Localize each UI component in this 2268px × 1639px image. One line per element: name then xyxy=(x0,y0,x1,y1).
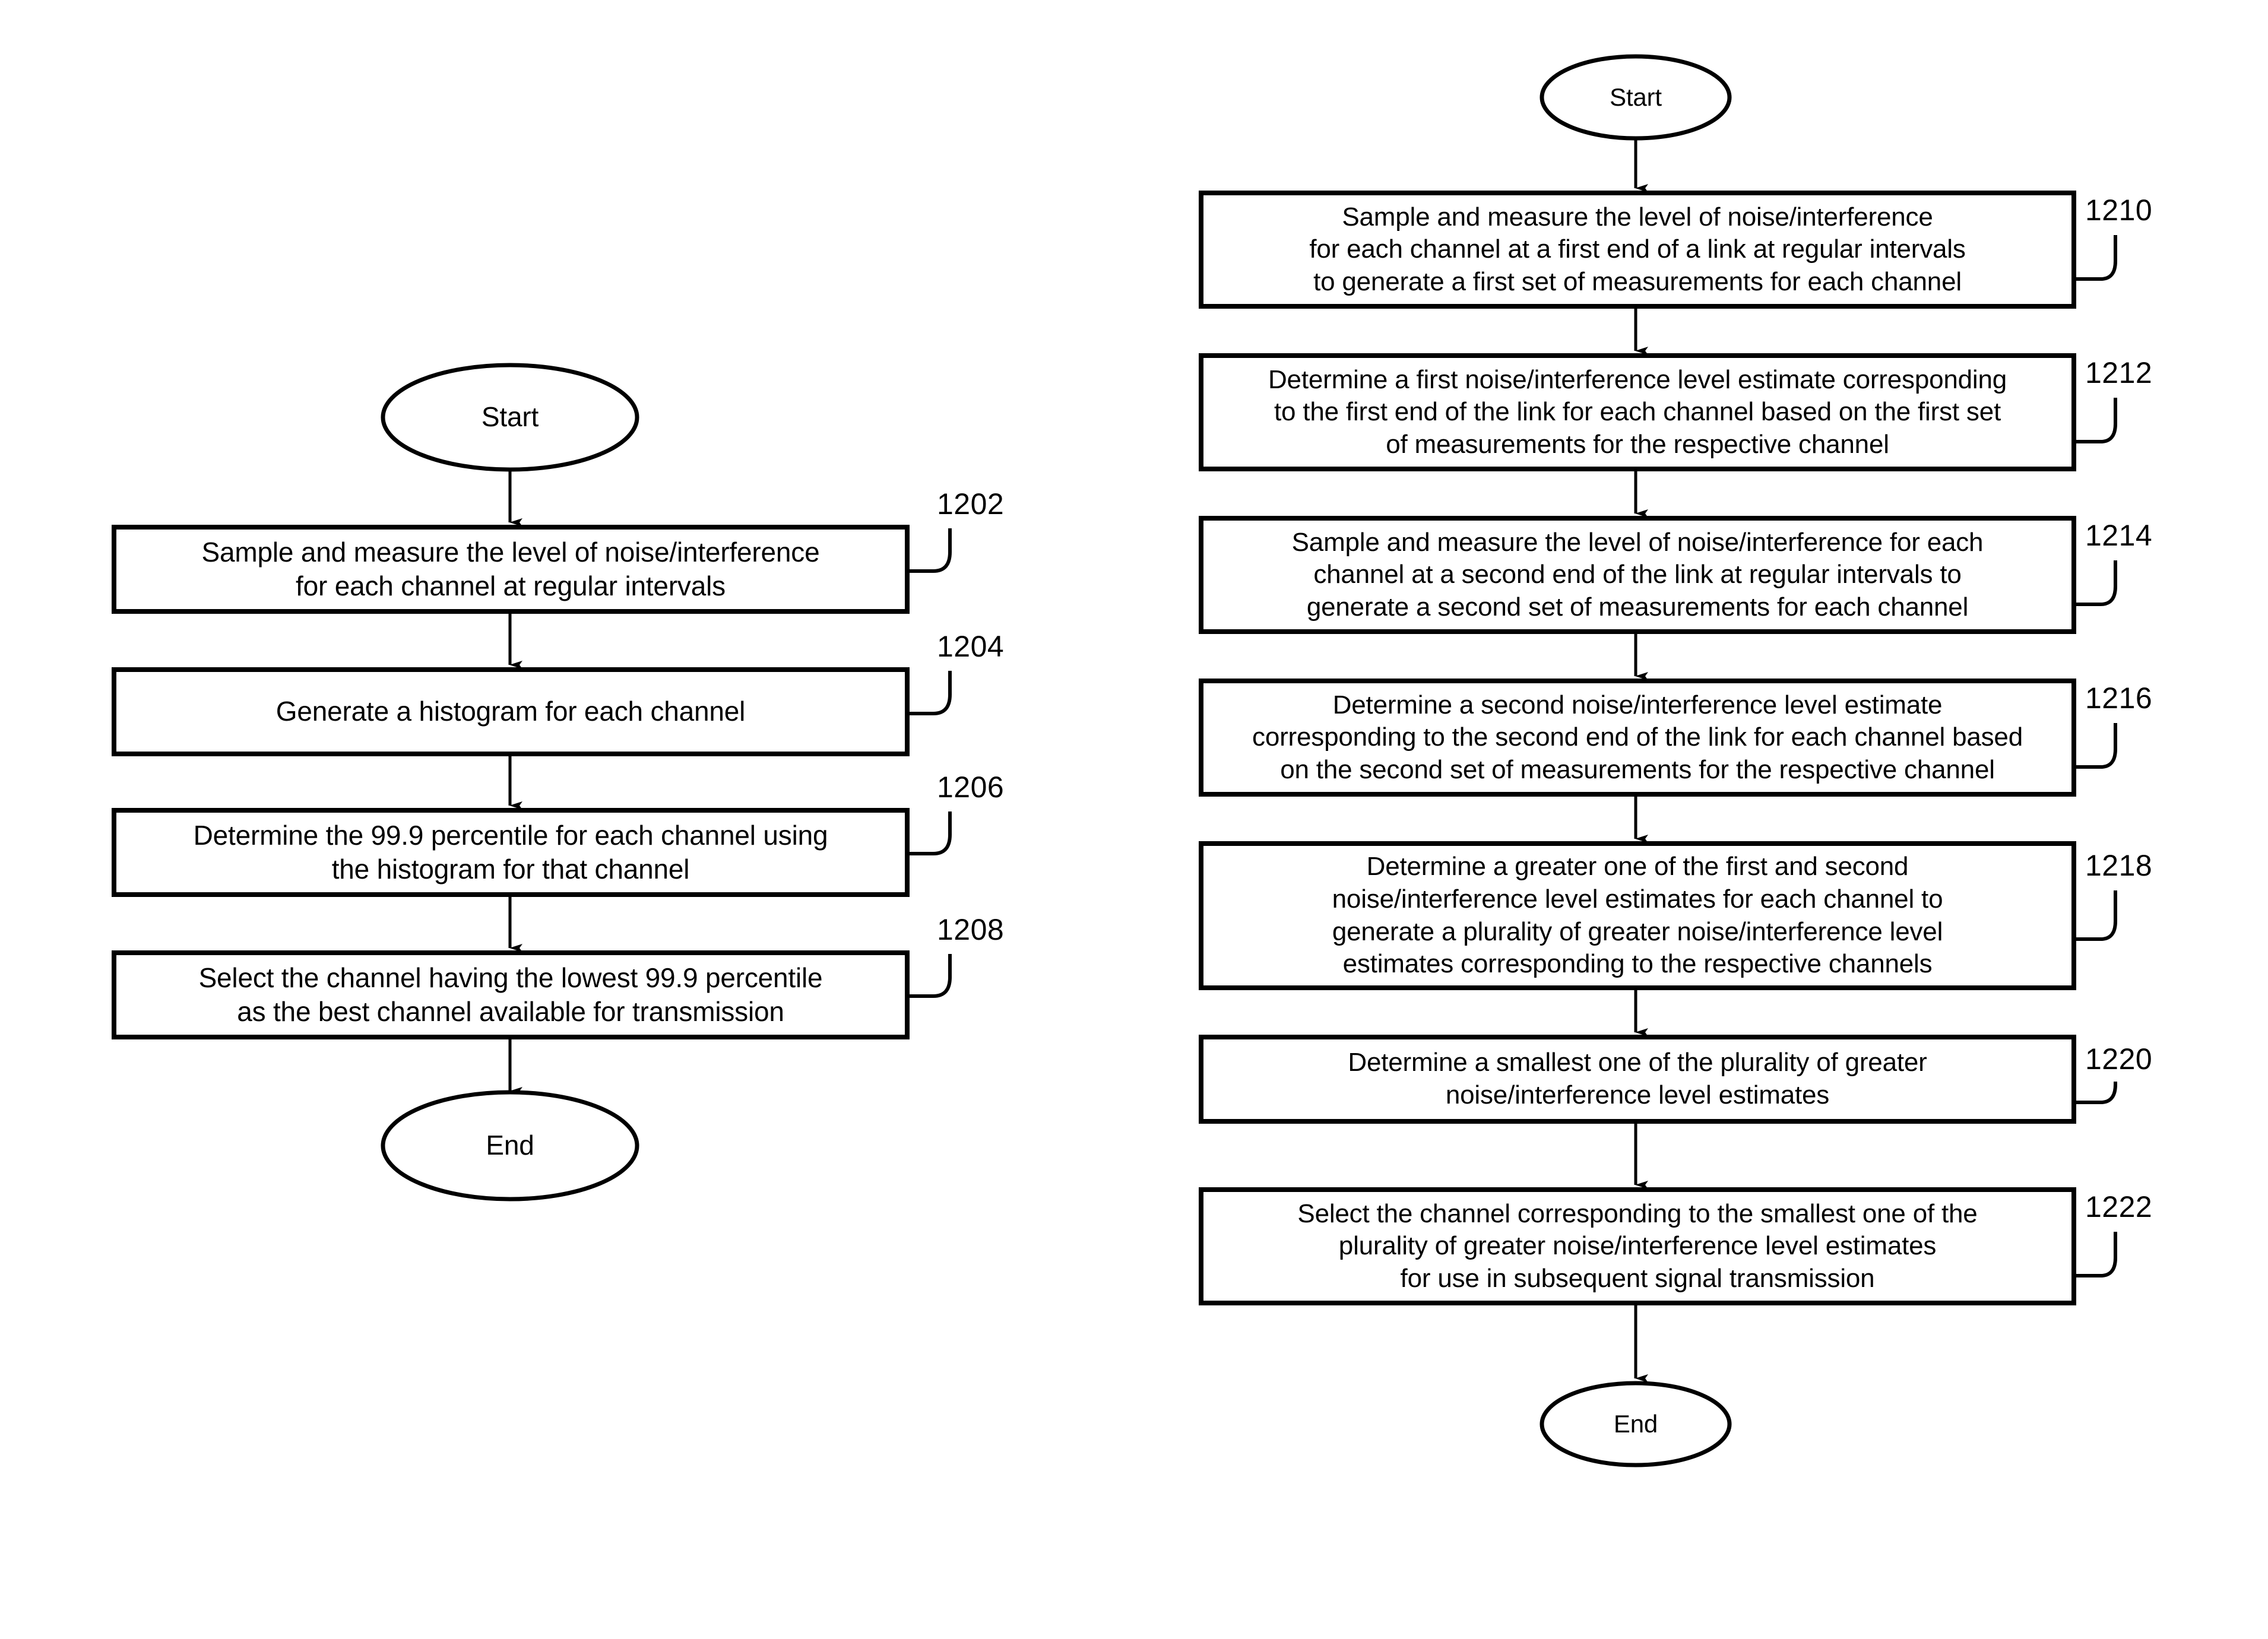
right-leader-1220 xyxy=(2074,1082,2117,1104)
right-step-text-1222: Select the channel corresponding to the … xyxy=(1297,1199,1978,1293)
right-ref-label-1220: 1220 xyxy=(2085,1042,2153,1076)
left-leader-1206 xyxy=(907,811,952,855)
right-leader-1210 xyxy=(2074,235,2117,281)
right-step-text-1214: Sample and measure the level of noise/in… xyxy=(1291,527,1984,622)
right-leader-1218 xyxy=(2074,890,2117,941)
right-leader-1222 xyxy=(2074,1232,2117,1277)
left-leader-1208 xyxy=(907,954,952,998)
left-step-text-1206: Determine the 99.9 percentile for each c… xyxy=(193,819,828,885)
left-ref-label-1204: 1204 xyxy=(937,630,1005,663)
right-start-label: Start xyxy=(1610,83,1662,111)
left-ref-label-1202: 1202 xyxy=(937,487,1005,521)
right-ref-label-1218: 1218 xyxy=(2085,849,2153,882)
right-ref-label-1222: 1222 xyxy=(2085,1190,2153,1223)
right-ref-label-1216: 1216 xyxy=(2085,681,2153,715)
right-step-text-1218: Determine a greater one of the first and… xyxy=(1332,852,1943,979)
left-leader-1204 xyxy=(907,671,952,715)
left-ref-label-1208: 1208 xyxy=(937,913,1005,946)
left-step-text-1204: Generate a histogram for each channel xyxy=(275,696,746,727)
patent-figure: Start Sample and measure the level of no… xyxy=(0,0,2268,1639)
right-ref-label-1214: 1214 xyxy=(2085,519,2153,552)
left-end-label: End xyxy=(486,1130,534,1161)
left-ref-label-1206: 1206 xyxy=(937,771,1005,804)
right-step-text-1220: Determine a smallest one of the pluralit… xyxy=(1348,1048,1927,1109)
right-leader-1212 xyxy=(2074,398,2117,443)
left-step-text-1208: Select the channel having the lowest 99.… xyxy=(198,962,823,1027)
left-start-label: Start xyxy=(481,401,539,433)
right-end-label: End xyxy=(1613,1409,1658,1438)
right-step-text-1212: Determine a first noise/interference lev… xyxy=(1268,364,2007,459)
right-leader-1214 xyxy=(2074,560,2117,606)
left-leader-1202 xyxy=(907,528,952,573)
left-step-text-1202: Sample and measure the level of noise/in… xyxy=(201,536,820,601)
right-leader-1216 xyxy=(2074,723,2117,769)
right-ref-label-1210: 1210 xyxy=(2085,194,2153,227)
right-ref-label-1212: 1212 xyxy=(2085,356,2153,389)
right-step-text-1210: Sample and measure the level of noise/in… xyxy=(1309,202,1966,296)
right-step-text-1216: Determine a second noise/interference le… xyxy=(1252,690,2023,784)
